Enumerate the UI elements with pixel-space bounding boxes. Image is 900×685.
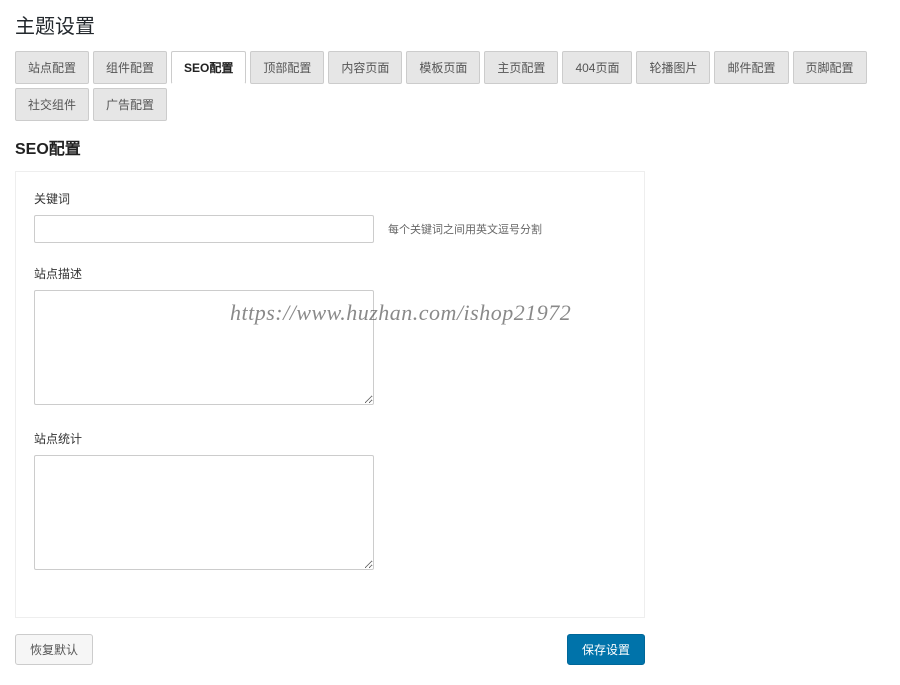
stats-textarea[interactable] bbox=[34, 455, 374, 570]
settings-panel: 关键词 每个关键词之间用英文逗号分割 站点描述 站点统计 bbox=[15, 171, 645, 618]
tab-home[interactable]: 主页配置 bbox=[484, 51, 558, 84]
description-label: 站点描述 bbox=[34, 265, 626, 282]
tab-ads[interactable]: 广告配置 bbox=[93, 88, 167, 121]
tab-seo[interactable]: SEO配置 bbox=[171, 51, 246, 84]
reset-button[interactable]: 恢复默认 bbox=[15, 634, 93, 665]
keywords-hint: 每个关键词之间用英文逗号分割 bbox=[388, 221, 542, 237]
tab-site-config[interactable]: 站点配置 bbox=[15, 51, 89, 84]
save-button[interactable]: 保存设置 bbox=[567, 634, 645, 665]
stats-label: 站点统计 bbox=[34, 430, 626, 447]
tab-component[interactable]: 组件配置 bbox=[93, 51, 167, 84]
section-title: SEO配置 bbox=[15, 135, 885, 159]
tab-bar: 站点配置 组件配置 SEO配置 顶部配置 内容页面 模板页面 主页配置 404页… bbox=[15, 51, 885, 121]
tab-mail[interactable]: 邮件配置 bbox=[714, 51, 788, 84]
action-bar: 恢复默认 保存设置 bbox=[15, 634, 645, 665]
field-keywords: 关键词 每个关键词之间用英文逗号分割 bbox=[34, 190, 626, 243]
tab-top[interactable]: 顶部配置 bbox=[250, 51, 324, 84]
keywords-input[interactable] bbox=[34, 215, 374, 243]
tab-social[interactable]: 社交组件 bbox=[15, 88, 89, 121]
keywords-label: 关键词 bbox=[34, 190, 626, 207]
tab-template[interactable]: 模板页面 bbox=[406, 51, 480, 84]
description-textarea[interactable] bbox=[34, 290, 374, 405]
tab-content[interactable]: 内容页面 bbox=[328, 51, 402, 84]
page-title: 主题设置 bbox=[15, 10, 885, 39]
field-description: 站点描述 bbox=[34, 265, 626, 408]
field-stats: 站点统计 bbox=[34, 430, 626, 573]
tab-footer[interactable]: 页脚配置 bbox=[793, 51, 867, 84]
tab-404[interactable]: 404页面 bbox=[562, 51, 632, 84]
tab-carousel[interactable]: 轮播图片 bbox=[636, 51, 710, 84]
